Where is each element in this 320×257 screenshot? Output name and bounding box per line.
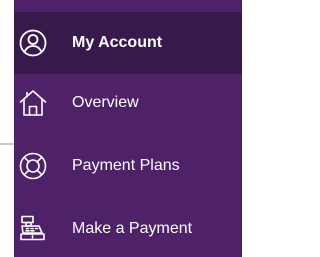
menu-item-payment-plans[interactable]: Payment Plans (14, 135, 242, 197)
menu-item-label: My Account (72, 34, 163, 51)
menu-item-my-account[interactable]: My Account (14, 12, 242, 74)
house-icon (18, 88, 48, 118)
page-divider-line (0, 143, 14, 145)
menu-item-label: Make a Payment (72, 220, 193, 237)
menu-item-label: Payment Plans (72, 157, 180, 174)
menu-item-label: Overview (72, 94, 139, 111)
lifebuoy-icon (18, 151, 48, 181)
menu-item-make-a-payment[interactable]: Make a Payment (14, 198, 242, 257)
cash-register-icon (18, 214, 48, 244)
account-side-menu: My Account Overview Payment Plans Make a… (14, 0, 242, 257)
menu-item-overview[interactable]: Overview (14, 72, 242, 134)
user-circle-icon (18, 28, 48, 58)
